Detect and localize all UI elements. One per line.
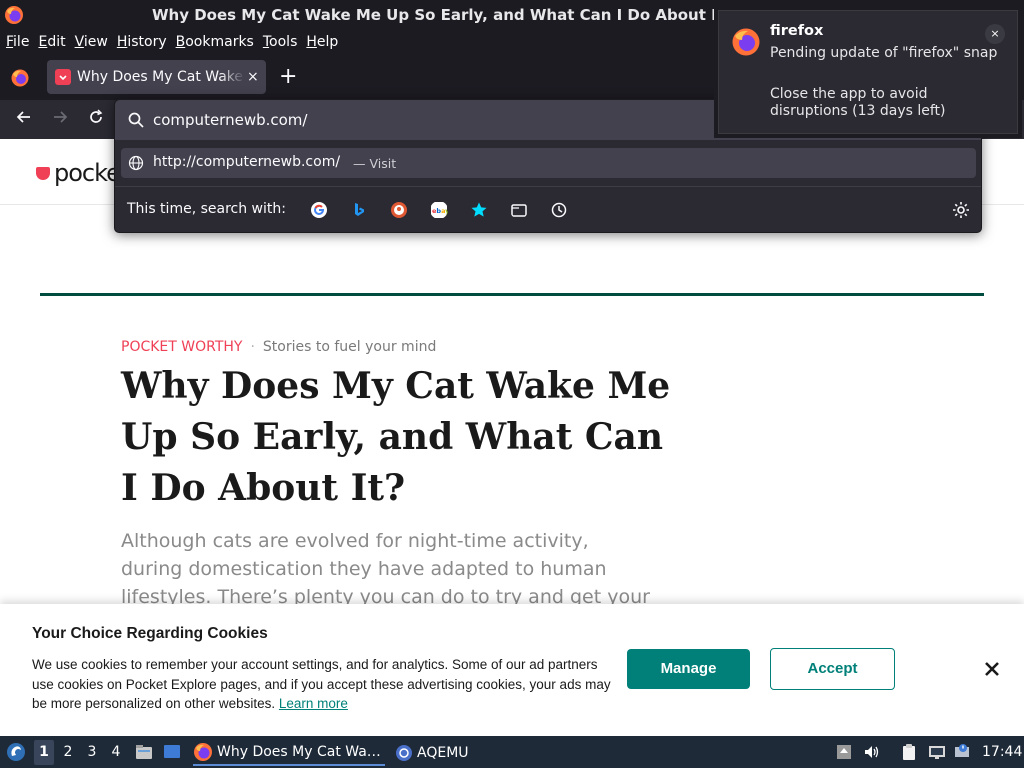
article-eyebrow: POCKET WORTHY · Stories to fuel your mind bbox=[121, 339, 437, 355]
eyebrow-brand[interactable]: POCKET WORTHY bbox=[121, 339, 242, 355]
start-menu-icon[interactable] bbox=[6, 742, 26, 762]
search-oneoffs: This time, search with: ebay bbox=[115, 187, 981, 233]
arrow-left-icon bbox=[16, 111, 30, 123]
menu-edit[interactable]: Edit bbox=[38, 34, 65, 50]
tab-title: Why Does My Cat Wake Me Up So Early bbox=[77, 69, 245, 85]
accept-cookies-button[interactable]: Accept bbox=[770, 648, 895, 690]
reload-button[interactable] bbox=[85, 108, 107, 130]
cookie-title: Your Choice Regarding Cookies bbox=[32, 625, 268, 642]
notification-line1: Pending update of "firefox" snap bbox=[770, 45, 998, 61]
upload-icon[interactable] bbox=[835, 743, 853, 761]
task-label: Why Does My Cat Wa… bbox=[217, 743, 381, 760]
cookie-banner: Your Choice Regarding Cookies We use coo… bbox=[0, 604, 1024, 736]
globe-icon bbox=[128, 155, 144, 171]
article-headline: Why Does My Cat Wake Me Up So Early, and… bbox=[121, 365, 671, 509]
taskbar: 1 2 3 4 Why Does My Cat Wa… AQEMU 17:44 bbox=[0, 736, 1024, 768]
task-firefox[interactable]: Why Does My Cat Wa… bbox=[193, 739, 385, 766]
search-icon bbox=[128, 112, 144, 128]
firefox-view-icon[interactable] bbox=[10, 68, 30, 88]
search-with-label: This time, search with: bbox=[127, 201, 286, 217]
eyebrow-tagline: Stories to fuel your mind bbox=[262, 339, 437, 355]
url-text[interactable]: computernewb.com/ bbox=[153, 111, 307, 129]
reload-icon bbox=[90, 109, 103, 123]
notification-close-button[interactable]: × bbox=[985, 24, 1005, 44]
workspace-1[interactable]: 1 bbox=[37, 744, 51, 760]
gear-icon[interactable] bbox=[951, 200, 971, 220]
menu-bookmarks[interactable]: Bookmarks bbox=[176, 34, 254, 50]
workspace-3[interactable]: 3 bbox=[85, 744, 99, 760]
google-icon[interactable] bbox=[310, 201, 328, 219]
notifications-icon[interactable] bbox=[954, 743, 972, 761]
arrow-right-icon bbox=[54, 111, 68, 123]
firefox-icon bbox=[5, 6, 23, 24]
cookie-text: We use cookies to remember your account … bbox=[32, 657, 611, 711]
ebay-icon[interactable]: ebay bbox=[430, 201, 448, 219]
clipboard-icon[interactable] bbox=[900, 743, 918, 761]
duckduckgo-icon[interactable] bbox=[390, 201, 408, 219]
notification-line2: Close the app to avoid disruptions (13 d… bbox=[770, 86, 946, 119]
menu-history[interactable]: History bbox=[117, 34, 167, 50]
suggestion-url: http://computernewb.com/ bbox=[153, 154, 341, 170]
url-suggestion[interactable]: http://computernewb.com/ — Visit bbox=[121, 148, 976, 178]
forward-button[interactable] bbox=[49, 108, 71, 130]
clock: 17:44 bbox=[982, 744, 1023, 760]
task-label: AQEMU bbox=[417, 744, 469, 761]
workspace-2[interactable]: 2 bbox=[61, 744, 75, 760]
menu-view[interactable]: View bbox=[75, 34, 108, 50]
history-icon[interactable] bbox=[550, 201, 568, 219]
menu-tools[interactable]: Tools bbox=[263, 34, 298, 50]
tabs-icon[interactable] bbox=[510, 201, 528, 219]
pocket-icon bbox=[36, 166, 50, 180]
firefox-icon bbox=[194, 742, 212, 761]
firefox-icon bbox=[732, 28, 760, 56]
tab-active[interactable]: Why Does My Cat Wake Me Up So Early × bbox=[47, 60, 266, 94]
window-title: Why Does My Cat Wake Me Up So Early, and… bbox=[152, 6, 733, 24]
section-divider bbox=[40, 293, 984, 296]
suggestion-action: — Visit bbox=[353, 156, 397, 171]
volume-icon[interactable] bbox=[863, 743, 881, 761]
file-manager-icon[interactable] bbox=[135, 743, 153, 761]
manage-cookies-button[interactable]: Manage bbox=[627, 649, 750, 689]
task-aqemu[interactable]: AQEMU bbox=[395, 739, 485, 766]
aqemu-icon bbox=[396, 744, 412, 761]
bookmarks-icon[interactable] bbox=[470, 201, 488, 219]
close-icon[interactable] bbox=[982, 659, 1002, 679]
menu-help[interactable]: Help bbox=[306, 34, 338, 50]
new-tab-button[interactable]: + bbox=[279, 66, 297, 88]
workspace-4[interactable]: 4 bbox=[109, 744, 123, 760]
notification-title: firefox bbox=[770, 23, 824, 39]
tab-close-button[interactable]: × bbox=[247, 69, 259, 85]
bing-icon[interactable] bbox=[350, 201, 368, 219]
pocket-icon bbox=[55, 69, 71, 85]
svg-text:ebay: ebay bbox=[432, 207, 448, 215]
update-notification[interactable]: firefox Pending update of "firefox" snap… bbox=[718, 10, 1018, 134]
desktop-icon[interactable] bbox=[163, 743, 181, 761]
back-button[interactable] bbox=[13, 108, 35, 130]
network-icon[interactable] bbox=[928, 743, 946, 761]
menu-file[interactable]: File bbox=[6, 34, 29, 50]
learn-more-link[interactable]: Learn more bbox=[279, 696, 348, 711]
